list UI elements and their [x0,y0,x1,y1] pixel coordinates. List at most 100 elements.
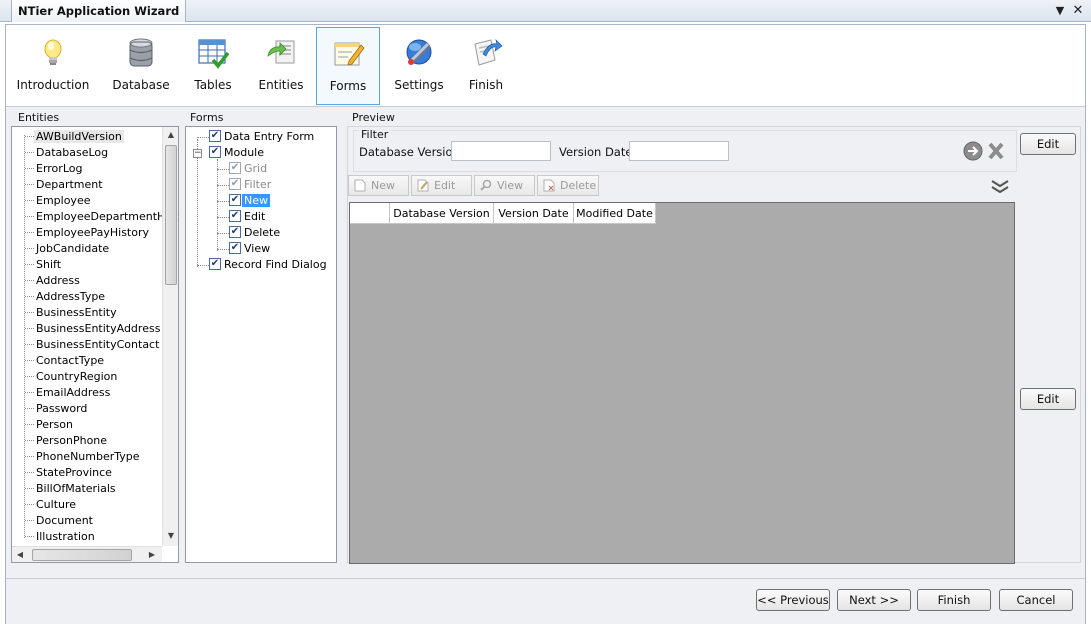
forms-tree: ✔ Data Entry Form − ✔ Module ✔ Grid ✔ Fi… [185,126,337,563]
expand-double-chevron-icon[interactable] [988,177,1012,197]
entity-item[interactable]: Illustration [25,529,97,545]
step-settings[interactable]: Settings [388,27,450,105]
tree-connector [197,265,209,266]
scroll-left-icon[interactable]: ◀ [15,549,25,561]
clear-filter-icon[interactable] [986,141,1006,161]
new-document-icon [354,179,366,192]
view-button[interactable]: View [474,175,535,196]
checkbox[interactable]: ✔ [229,162,241,174]
previous-button[interactable]: << Previous [756,589,830,611]
database-version-label: Database Version: [359,145,464,159]
step-database[interactable]: Database [106,27,176,105]
forms-tree-item[interactable]: Record Find Dialog [224,257,327,273]
forms-group-label: Forms [190,111,224,124]
edit-filter-button[interactable]: Edit [1020,133,1076,155]
entity-item[interactable]: EmailAddress [25,385,112,401]
tree-connector [197,137,209,138]
checkbox[interactable]: ✔ [209,146,221,158]
tree-guide-line [197,139,198,267]
apply-filter-icon[interactable] [963,141,983,161]
entity-item[interactable]: Person [25,417,75,433]
forms-tree-item[interactable]: Delete [244,225,280,241]
entity-item[interactable]: JobCandidate [25,241,111,257]
scroll-up-icon[interactable]: ▲ [165,129,177,141]
finish-icon [474,38,503,66]
forms-tree-item[interactable]: Module [224,145,264,161]
checkbox[interactable]: ✔ [229,178,241,190]
edit-button[interactable]: Edit [411,175,472,196]
step-label: Forms [329,79,367,93]
forms-tree-item[interactable]: Data Entry Form [224,129,314,145]
entity-item[interactable]: DatabaseLog [25,145,110,161]
wizard-footer: << Previous Next >> Finish Cancel [6,578,1085,624]
entity-item[interactable]: AddressType [25,289,107,305]
close-icon[interactable]: ✕ [1070,3,1086,19]
entity-item[interactable]: BusinessEntity [25,305,119,321]
entity-item[interactable]: PhoneNumberType [25,449,142,465]
preview-area: Filter Database Version: Version Date: N… [347,126,1081,564]
entity-item[interactable]: Department [25,177,105,193]
delete-button[interactable]: Delete [537,175,599,196]
scroll-thumb[interactable] [32,549,132,561]
edit-grid-button[interactable]: Edit [1020,388,1076,410]
column-header[interactable]: Version Date [494,203,574,224]
finish-button[interactable]: Finish [917,589,991,611]
tables-icon [198,39,230,69]
forms-tree-item[interactable]: New [242,193,270,209]
entity-item[interactable]: Document [25,513,95,529]
new-button[interactable]: New [348,175,409,196]
column-header[interactable]: Database Version [390,203,494,224]
entity-item[interactable]: Address [25,273,82,289]
scroll-thumb[interactable] [165,145,177,285]
chevron-down-icon[interactable]: ▼ [1052,3,1068,19]
forms-tree-item[interactable]: Grid [244,161,267,177]
checkbox[interactable]: ✔ [229,242,241,254]
entity-item[interactable]: BusinessEntityAddress [25,321,162,337]
entities-vertical-scrollbar[interactable]: ▲ ▼ [162,127,178,546]
scroll-down-icon[interactable]: ▼ [165,530,177,542]
entity-item[interactable]: Password [25,401,89,417]
next-button[interactable]: Next >> [837,589,911,611]
version-date-field[interactable] [629,141,729,161]
entity-item[interactable]: CountryRegion [25,369,119,385]
step-introduction[interactable]: Introduction [12,27,94,105]
step-tables[interactable]: Tables [184,27,242,105]
entities-horizontal-scrollbar[interactable]: ◀ ▶ [12,546,162,562]
step-label: Database [112,78,170,92]
entity-item[interactable]: EmployeePayHistory [25,225,151,241]
entity-item[interactable]: BusinessEntityContact [25,337,161,353]
tree-connector [217,249,229,250]
preview-data-grid[interactable]: Database Version Version Date Modified D… [349,202,1015,564]
entity-item[interactable]: EmployeeDepartmentHist [25,209,180,225]
forms-tree-item[interactable]: Filter [244,177,271,193]
preview-group-label: Preview [352,111,395,124]
checkbox[interactable]: ✔ [209,258,221,270]
checkbox[interactable]: ✔ [229,194,241,206]
entity-item[interactable]: StateProvince [25,465,114,481]
entity-item[interactable]: ErrorLog [25,161,84,177]
entity-item[interactable]: Culture [25,497,78,513]
checkbox[interactable]: ✔ [229,210,241,222]
entity-item[interactable]: AWBuildVersion [25,129,124,145]
entity-item[interactable]: Shift [25,257,63,273]
forms-icon [334,42,365,66]
collapse-icon[interactable]: − [193,149,202,158]
step-finish[interactable]: Finish [458,27,514,105]
forms-tree-item[interactable]: Edit [244,209,265,225]
entity-item[interactable]: PersonPhone [25,433,109,449]
column-header[interactable]: Modified Date [574,203,656,224]
database-version-field[interactable] [451,141,551,161]
entity-item[interactable]: BillOfMaterials [25,481,118,497]
step-forms[interactable]: Forms [316,27,380,105]
cancel-button[interactable]: Cancel [999,589,1073,611]
checkbox[interactable]: ✔ [229,226,241,238]
entity-item[interactable]: ContactType [25,353,106,369]
scroll-right-icon[interactable]: ▶ [147,549,157,561]
edit-icon [417,179,429,192]
checkbox[interactable]: ✔ [209,130,221,142]
entity-item[interactable]: Employee [25,193,92,209]
step-label: Entities [258,78,304,92]
forms-tree-item[interactable]: View [244,241,270,257]
window-titlebar: NTier Application Wizard ▼ ✕ [0,0,1091,22]
step-entities[interactable]: Entities [250,27,312,105]
